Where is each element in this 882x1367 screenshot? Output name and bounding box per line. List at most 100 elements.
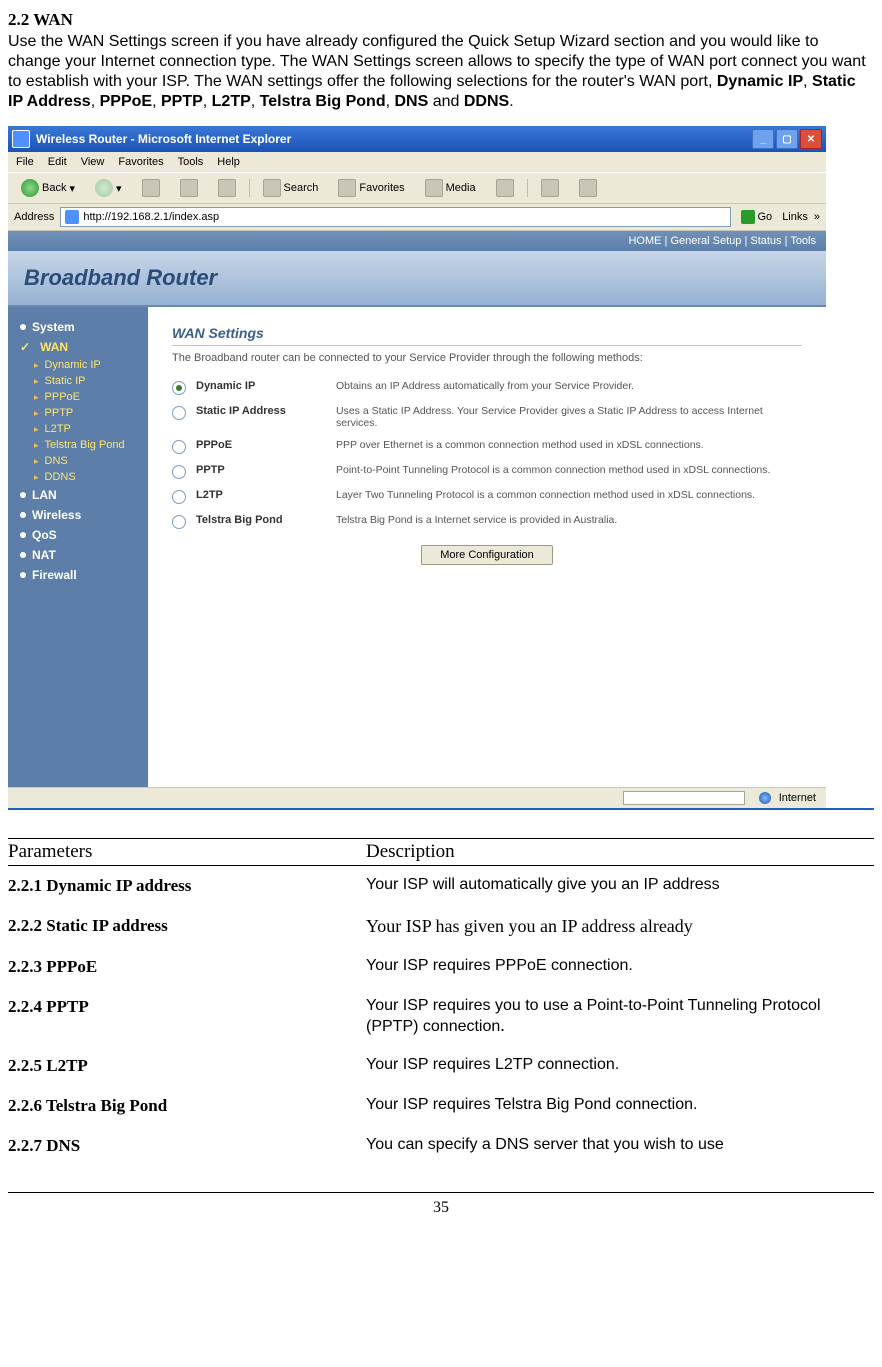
option-label: L2TP xyxy=(196,489,326,501)
nav-lan[interactable]: LAN xyxy=(8,485,148,505)
nav-wireless-label: Wireless xyxy=(32,508,81,522)
wan-option-3[interactable]: PPTP Point-to-Point Tunneling Protocol is… xyxy=(172,464,802,479)
wan-option-1[interactable]: Static IP AddressUses a Static IP Addres… xyxy=(172,405,802,429)
param-desc: You can specify a DNS server that you wi… xyxy=(366,1126,874,1166)
close-button[interactable]: ✕ xyxy=(800,129,822,149)
param-desc: Your ISP requires you to use a Point-to-… xyxy=(366,987,874,1046)
radio-icon[interactable] xyxy=(172,490,186,504)
menu-view[interactable]: View xyxy=(81,156,105,168)
status-internet: Internet xyxy=(779,792,816,804)
intro-s7: and xyxy=(428,93,464,110)
option-desc: Layer Two Tunneling Protocol is a common… xyxy=(336,489,802,501)
nav-nat[interactable]: NAT xyxy=(8,545,148,565)
nav-telstra[interactable]: Telstra Big Pond xyxy=(8,437,148,453)
radio-icon[interactable] xyxy=(172,381,186,395)
nav-nat-label: NAT xyxy=(32,548,56,562)
home-button[interactable] xyxy=(211,176,243,200)
nav-wan-label: WAN xyxy=(40,340,68,354)
nav-qos[interactable]: QoS xyxy=(8,525,148,545)
param-desc: Your ISP will automatically give you an … xyxy=(366,866,874,907)
param-name: 2.2.6 Telstra Big Pond xyxy=(8,1086,366,1126)
wan-option-5[interactable]: Telstra Big PondTelstra Big Pond is a In… xyxy=(172,514,802,529)
go-label: Go xyxy=(758,211,773,223)
maximize-button[interactable]: ▢ xyxy=(776,129,798,149)
nav-dynamic-ip[interactable]: Dynamic IP xyxy=(8,357,148,373)
menu-bar: File Edit View Favorites Tools Help xyxy=(8,152,826,172)
option-desc: Point-to-Point Tunneling Protocol is a c… xyxy=(336,464,802,476)
nav-static-ip[interactable]: Static IP xyxy=(8,373,148,389)
option-label: Dynamic IP xyxy=(196,380,326,392)
side-nav: System WAN Dynamic IP Static IP PPPoE PP… xyxy=(8,307,148,787)
intro-s1: , xyxy=(803,73,812,90)
menu-tools[interactable]: Tools xyxy=(178,156,204,168)
nav-system[interactable]: System xyxy=(8,317,148,337)
favorites-label: Favorites xyxy=(359,182,404,194)
media-button[interactable]: Media xyxy=(418,176,483,200)
nav-wan[interactable]: WAN xyxy=(8,337,148,357)
nav-l2tp[interactable]: L2TP xyxy=(8,421,148,437)
option-label: PPPoE xyxy=(196,439,326,451)
table-row: 2.2.2 Static IP addressYour ISP has give… xyxy=(8,906,874,947)
param-desc: Your ISP requires PPPoE connection. xyxy=(366,947,874,987)
option-label: Telstra Big Pond xyxy=(196,514,326,526)
radio-icon[interactable] xyxy=(172,406,186,420)
minimize-button[interactable]: _ xyxy=(752,129,774,149)
mail-button[interactable] xyxy=(534,176,566,200)
wan-option-0[interactable]: Dynamic IP Obtains an IP Address automati… xyxy=(172,380,802,395)
radio-icon[interactable] xyxy=(172,515,186,529)
address-input[interactable]: http://192.168.2.1/index.asp xyxy=(60,207,730,227)
menu-help[interactable]: Help xyxy=(217,156,240,168)
param-name: 2.2.5 L2TP xyxy=(8,1046,366,1086)
param-name: 2.2.4 PPTP xyxy=(8,987,366,1046)
page-icon xyxy=(65,210,79,224)
radio-icon[interactable] xyxy=(172,465,186,479)
param-name: 2.2.7 DNS xyxy=(8,1126,366,1166)
menu-favorites[interactable]: Favorites xyxy=(118,156,163,168)
table-row: 2.2.7 DNSYou can specify a DNS server th… xyxy=(8,1126,874,1166)
param-name: 2.2.3 PPPoE xyxy=(8,947,366,987)
option-label: PPTP xyxy=(196,464,326,476)
wan-option-2[interactable]: PPPoE PPP over Ethernet is a common conne… xyxy=(172,439,802,454)
panel-lead: The Broadband router can be connected to… xyxy=(172,352,802,364)
refresh-button[interactable] xyxy=(173,176,205,200)
stop-button[interactable] xyxy=(135,176,167,200)
table-row: 2.2.6 Telstra Big PondYour ISP requires … xyxy=(8,1086,874,1126)
radio-icon[interactable] xyxy=(172,440,186,454)
print-button[interactable] xyxy=(572,176,604,200)
history-button[interactable] xyxy=(489,176,521,200)
favorites-button[interactable]: Favorites xyxy=(331,176,411,200)
status-bar: Internet xyxy=(8,787,826,808)
nav-system-label: System xyxy=(32,320,75,334)
page-number: 35 xyxy=(8,1199,874,1217)
nav-ddns[interactable]: DDNS xyxy=(8,469,148,485)
nav-firewall[interactable]: Firewall xyxy=(8,565,148,585)
col-parameters: Parameters xyxy=(8,839,366,866)
intro-b1: Dynamic IP xyxy=(717,73,803,90)
option-desc: Obtains an IP Address automatically from… xyxy=(336,380,802,392)
go-button[interactable]: Go xyxy=(737,210,777,224)
forward-button[interactable]: ▾ xyxy=(88,176,129,200)
table-row: 2.2.4 PPTPYour ISP requires you to use a… xyxy=(8,987,874,1046)
more-configuration-button[interactable]: More Configuration xyxy=(421,545,553,565)
option-desc: Uses a Static IP Address. Your Service P… xyxy=(336,405,802,429)
param-desc: Your ISP has given you an IP address alr… xyxy=(366,906,874,947)
back-button[interactable]: Back ▾ xyxy=(14,176,82,200)
intro-s5: , xyxy=(251,93,260,110)
table-row: 2.2.3 PPPoEYour ISP requires PPPoE conne… xyxy=(8,947,874,987)
nav-pppoe[interactable]: PPPoE xyxy=(8,389,148,405)
menu-edit[interactable]: Edit xyxy=(48,156,67,168)
links-label[interactable]: Links xyxy=(782,211,808,223)
col-description: Description xyxy=(366,839,874,866)
menu-file[interactable]: File xyxy=(16,156,34,168)
nav-dns[interactable]: DNS xyxy=(8,453,148,469)
wan-option-4[interactable]: L2TP Layer Two Tunneling Protocol is a co… xyxy=(172,489,802,504)
router-banner: Broadband Router xyxy=(8,251,826,307)
option-desc: PPP over Ethernet is a common connection… xyxy=(336,439,802,451)
router-topnav[interactable]: HOME | General Setup | Status | Tools xyxy=(8,231,826,251)
search-button[interactable]: Search xyxy=(256,176,326,200)
nav-pptp[interactable]: PPTP xyxy=(8,405,148,421)
media-label: Media xyxy=(446,182,476,194)
nav-wireless[interactable]: Wireless xyxy=(8,505,148,525)
intro-b6: Telstra Big Pond xyxy=(260,93,386,110)
intro-b5: L2TP xyxy=(212,93,251,110)
